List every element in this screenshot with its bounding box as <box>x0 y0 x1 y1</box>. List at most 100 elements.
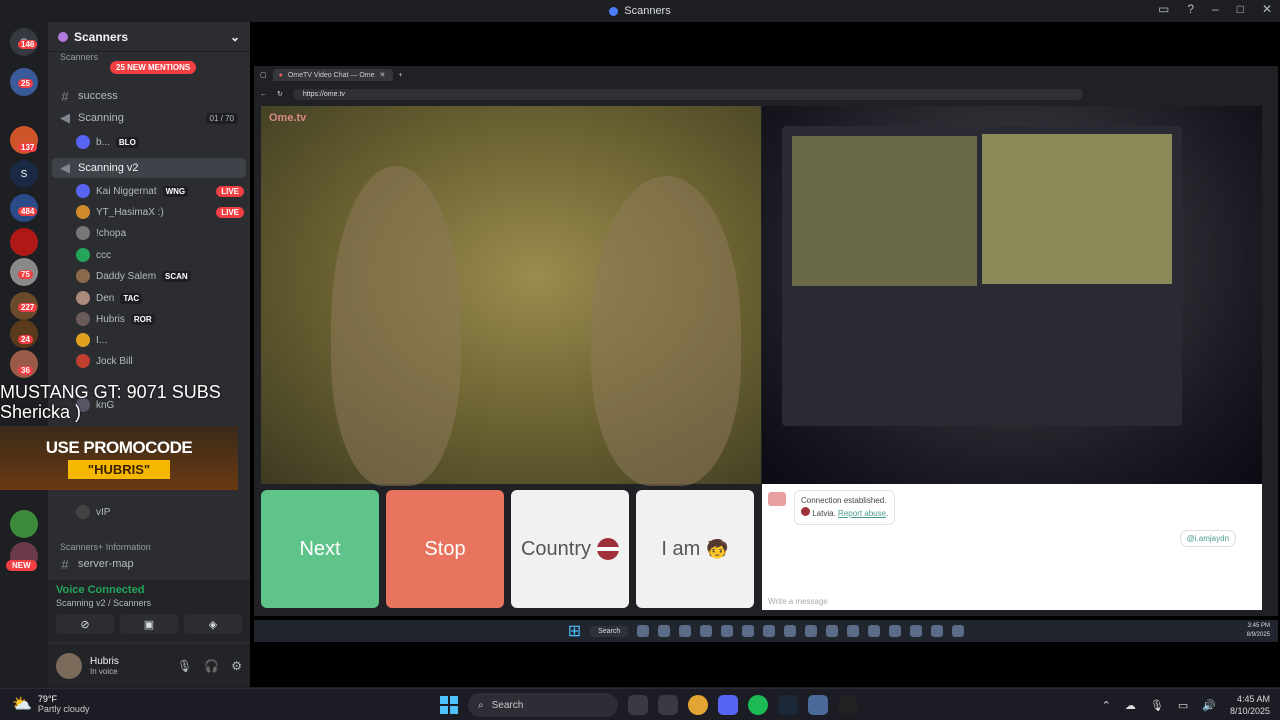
server-icon[interactable]: S <box>10 160 38 188</box>
voice-panel: Voice Connected Scanning v2 / Scanners ⊘… <box>48 580 250 642</box>
streamed-clock: 3:45 PM 8/9/2025 <box>1246 623 1270 638</box>
channel-scanning[interactable]: ◀ Scanning 01 / 70 <box>52 108 246 128</box>
app-icon <box>826 625 839 637</box>
file-explorer-icon[interactable] <box>628 695 648 715</box>
network-icon[interactable]: ☁ <box>1125 699 1136 712</box>
new-mentions-badge[interactable]: 25 NEW MENTIONS <box>110 61 197 74</box>
next-button[interactable]: Next <box>261 490 379 608</box>
avatar <box>76 505 90 519</box>
stop-button[interactable]: Stop <box>386 490 504 608</box>
app-icon <box>889 625 902 637</box>
help-icon[interactable]: ? <box>1187 2 1194 16</box>
chat-input[interactable]: Write a message <box>768 597 828 606</box>
gear-icon[interactable]: ⚙ <box>231 659 242 673</box>
weather-widget[interactable]: ⛅ 79°F Partly cloudy <box>12 694 89 714</box>
server-icon <box>58 31 68 42</box>
username: Hubris <box>90 655 119 667</box>
ome-logo: Ome.tv <box>269 112 307 124</box>
app-icon <box>658 625 671 637</box>
app-icon <box>609 6 619 16</box>
streamed-search: Search <box>590 625 629 637</box>
minimize-button[interactable]: – <box>1212 2 1219 16</box>
microphone-icon[interactable]: 🎙 <box>177 659 192 673</box>
country-button[interactable]: Country <box>511 490 629 608</box>
voice-user[interactable]: I... <box>76 330 244 350</box>
headphones-icon[interactable]: 🎧 <box>204 659 219 673</box>
server-icon[interactable] <box>10 510 38 538</box>
app-icon <box>637 625 650 637</box>
voice-user[interactable]: Den TAC <box>76 288 244 308</box>
app-icon <box>805 625 818 637</box>
server-name: Scanners <box>74 29 129 44</box>
voice-user[interactable]: b... BLO <box>76 132 244 152</box>
channel-success[interactable]: # success <box>52 86 246 106</box>
app-icon <box>721 625 734 637</box>
channel-scanning-v2[interactable]: ◀ Scanning v2 <box>52 158 246 178</box>
live-badge: LIVE <box>216 185 244 197</box>
voice-location[interactable]: Scanning v2 / Scanners <box>56 598 242 608</box>
close-button[interactable]: ✕ <box>1262 2 1272 16</box>
store-icon[interactable] <box>658 695 678 715</box>
steam-icon[interactable] <box>778 695 798 715</box>
voice-user[interactable]: !chopa <box>76 223 244 243</box>
person-shape <box>331 166 461 486</box>
channel-label: server-map <box>78 558 134 570</box>
activity-button[interactable]: ◈ <box>184 614 242 634</box>
avatar <box>76 248 90 262</box>
report-abuse-link[interactable]: Report abuse <box>838 509 886 518</box>
voice-user[interactable]: Kai Niggernat WNG LIVE <box>76 181 244 201</box>
system-clock[interactable]: 4:45 AM 8/10/2025 <box>1230 693 1270 717</box>
microphone-icon[interactable]: 🎙 <box>1150 699 1164 712</box>
screen-video-pane <box>982 134 1172 284</box>
voice-user[interactable]: Hubris ROR <box>76 309 244 329</box>
streamed-browser: ▢ ● OmeTV Video Chat — Ome ✕ + ← ↻ https:/… <box>254 66 1278 616</box>
obs-icon[interactable] <box>838 695 858 715</box>
promo-title: USE PROMOCODE <box>45 437 193 457</box>
maximize-button[interactable]: □ <box>1237 2 1244 16</box>
subs-counter: MUSTANG GT: 9071 SUBS <box>0 382 221 402</box>
back-icon[interactable]: ← <box>260 91 267 98</box>
server-badge: 484 <box>18 207 38 216</box>
browser-app-icon[interactable] <box>808 695 828 715</box>
address-bar[interactable]: https://ome.tv <box>292 88 1083 100</box>
voice-user[interactable]: vIP <box>76 502 244 522</box>
camera-off-button[interactable]: ⊘ <box>56 614 114 634</box>
windows-icon: ⊞ <box>567 623 582 640</box>
new-tab-button[interactable]: + <box>399 72 403 79</box>
channel-server-map[interactable]: # server-map <box>52 554 246 574</box>
voice-user[interactable]: ccc <box>76 245 244 265</box>
server-badge: 75 <box>18 270 33 279</box>
search-box[interactable]: ⌕ Search <box>468 693 618 717</box>
start-button[interactable] <box>440 696 458 714</box>
app-icon <box>700 625 713 637</box>
voice-user[interactable]: Jock Bill <box>76 351 244 371</box>
spotify-icon[interactable] <box>748 695 768 715</box>
voice-user[interactable]: Daddy Salem SCAN <box>76 266 244 286</box>
server-icon[interactable] <box>10 228 38 256</box>
user-status: In voice <box>90 666 118 676</box>
chrome-icon[interactable] <box>688 695 708 715</box>
server-header[interactable]: Scanners ⌄ <box>48 22 250 52</box>
avatar <box>76 312 90 326</box>
reload-icon[interactable]: ↻ <box>277 90 283 98</box>
latvia-flag-icon <box>801 507 810 516</box>
app-icon <box>742 625 755 637</box>
avatar[interactable] <box>56 652 82 679</box>
display-icon[interactable]: ▭ <box>1178 699 1188 712</box>
avatar <box>76 135 90 149</box>
inbox-icon[interactable]: ▭ <box>1158 2 1169 16</box>
screen-share-button[interactable]: ▣ <box>120 614 178 634</box>
system-tray: ⌃ ☁ 🎙 ▭ 🔊 4:45 AM 8/10/2025 <box>1102 693 1270 717</box>
close-icon[interactable]: ✕ <box>379 71 385 79</box>
discord-icon[interactable] <box>718 695 738 715</box>
local-video <box>762 106 1262 484</box>
avatar <box>76 184 90 198</box>
server-list: ◉ 146 25 137 S 484 75 227 24 36 NEW <box>0 22 48 687</box>
browser-tab[interactable]: ● OmeTV Video Chat — Ome ✕ <box>272 69 393 81</box>
i-am-button[interactable]: I am 🧒 <box>636 490 754 608</box>
category-label[interactable]: Scanners+ Information <box>48 540 163 554</box>
volume-icon[interactable]: 🔊 <box>1202 699 1216 712</box>
voice-status[interactable]: Voice Connected <box>56 584 242 596</box>
voice-user[interactable]: YT_HasimaX :) LIVE <box>76 202 244 222</box>
chevron-up-icon[interactable]: ⌃ <box>1102 699 1111 712</box>
